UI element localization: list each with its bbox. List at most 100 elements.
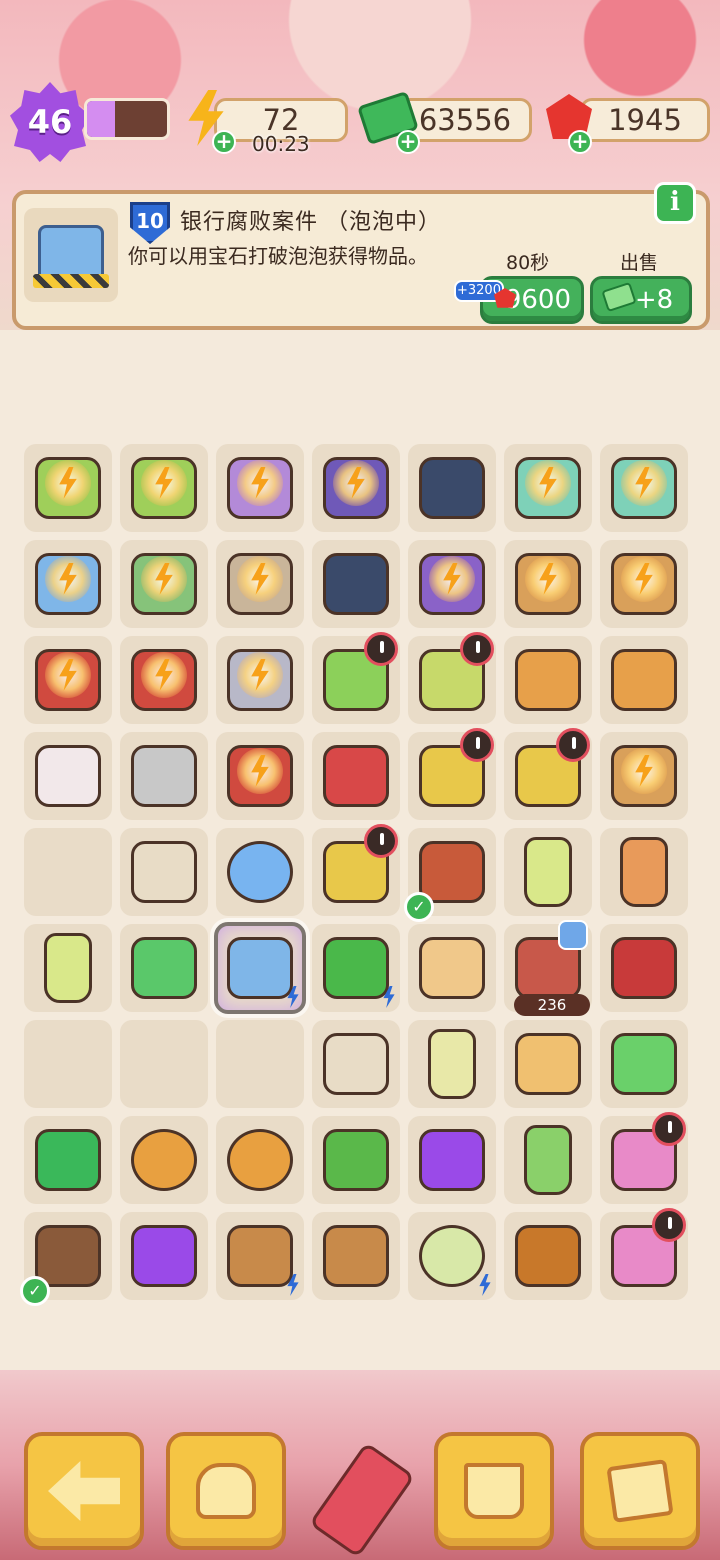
spyglass-item[interactable]: [323, 1225, 389, 1287]
jeep-item[interactable]: [419, 457, 485, 519]
cash-item[interactable]: [35, 1129, 101, 1191]
notebook-button[interactable]: [580, 1432, 700, 1550]
red-toolbox-item[interactable]: [323, 745, 389, 807]
sugar-cubes-item[interactable]: [419, 937, 485, 999]
board-cell[interactable]: ✓: [404, 828, 496, 922]
magnifier-item[interactable]: [227, 1129, 293, 1191]
hand-soap-item[interactable]: [428, 1029, 476, 1099]
melon-item[interactable]: [419, 1225, 485, 1287]
board-cell[interactable]: [600, 924, 688, 1012]
gem-counter[interactable]: 1945: [580, 98, 710, 142]
board-cell[interactable]: [600, 1020, 688, 1108]
board-cell[interactable]: [24, 1020, 112, 1108]
board-cell[interactable]: [216, 828, 304, 916]
board-cell[interactable]: [214, 922, 306, 1014]
board-cell[interactable]: [600, 444, 688, 532]
add-energy-button[interactable]: +: [212, 130, 236, 154]
evidence-bag-item[interactable]: [131, 841, 197, 903]
board-cell[interactable]: [600, 732, 688, 820]
sponge-item[interactable]: [323, 1129, 389, 1191]
dragon-vase-item[interactable]: [611, 649, 677, 711]
board-cell[interactable]: [504, 636, 592, 724]
axe-item[interactable]: [131, 745, 197, 807]
camera-item[interactable]: [419, 841, 485, 903]
board-cell[interactable]: [216, 444, 304, 532]
soap-bottle-item[interactable]: [524, 837, 572, 907]
add-cash-button[interactable]: +: [396, 130, 420, 154]
board-cell[interactable]: [24, 444, 112, 532]
board-cell[interactable]: [24, 732, 112, 820]
board-cell[interactable]: [24, 1116, 112, 1204]
board-cell[interactable]: [408, 1212, 496, 1300]
board-cell[interactable]: [600, 540, 688, 628]
purple-gear-item[interactable]: [419, 1129, 485, 1191]
evidence-bag-item[interactable]: [323, 1033, 389, 1095]
board-cell[interactable]: 236: [504, 920, 592, 1016]
board-cell[interactable]: [600, 1208, 688, 1300]
glove-item[interactable]: [35, 745, 101, 807]
board-cell[interactable]: [408, 1020, 496, 1108]
back-button[interactable]: [24, 1432, 144, 1550]
backpack-button[interactable]: [166, 1432, 286, 1550]
board-cell[interactable]: [504, 540, 592, 628]
board-cell[interactable]: [216, 540, 304, 628]
board-cell[interactable]: [408, 728, 496, 820]
green-cloth-item[interactable]: [323, 937, 389, 999]
shop-basket-button[interactable]: [434, 1432, 554, 1550]
board-cell[interactable]: [120, 444, 208, 532]
brush-item[interactable]: [611, 1033, 677, 1095]
board-cell[interactable]: [504, 1020, 592, 1108]
board-cell[interactable]: [120, 828, 208, 916]
blue-button-item[interactable]: [227, 841, 293, 903]
board-cell[interactable]: [312, 1116, 400, 1204]
broom-item[interactable]: [524, 1125, 572, 1195]
board-cell[interactable]: [312, 732, 400, 820]
board-cell[interactable]: [24, 540, 112, 628]
board-cell[interactable]: [408, 632, 496, 724]
board-cell[interactable]: [120, 540, 208, 628]
envelope-item[interactable]: [35, 1225, 101, 1287]
board-cell[interactable]: [120, 1116, 208, 1204]
board-cell[interactable]: [120, 1212, 208, 1300]
board-cell[interactable]: ✓: [20, 1212, 112, 1306]
board-cell[interactable]: [312, 924, 400, 1012]
board-cell[interactable]: [120, 924, 208, 1012]
dragon-vase-item[interactable]: [515, 649, 581, 711]
jeep-item[interactable]: [323, 553, 389, 615]
board-cell[interactable]: [504, 1212, 592, 1300]
board-cell[interactable]: [120, 1020, 208, 1108]
magnifier-item[interactable]: [131, 1129, 197, 1191]
board-cell[interactable]: [312, 444, 400, 532]
board-cell[interactable]: [408, 924, 496, 1012]
board-cell[interactable]: [312, 824, 400, 916]
red-gloves-item[interactable]: [611, 937, 677, 999]
board-cell[interactable]: [24, 828, 112, 916]
cash-item[interactable]: [131, 937, 197, 999]
add-gems-button[interactable]: +: [568, 130, 592, 154]
board-cell[interactable]: [408, 444, 496, 532]
honey-dipper-item[interactable]: [515, 1225, 581, 1287]
board-cell[interactable]: [312, 1212, 400, 1300]
info-button[interactable]: i: [654, 182, 696, 224]
board-cell[interactable]: [24, 636, 112, 724]
board-cell[interactable]: [216, 1116, 304, 1204]
board-cell[interactable]: [120, 732, 208, 820]
board-cell[interactable]: [600, 1112, 688, 1204]
board-cell[interactable]: [504, 828, 592, 916]
board-cell[interactable]: [600, 828, 688, 916]
hourglass-item[interactable]: [620, 837, 668, 907]
board-cell[interactable]: [504, 1116, 592, 1204]
board-cell[interactable]: [312, 632, 400, 724]
spyglass-item[interactable]: [227, 1225, 293, 1287]
board-cell[interactable]: [216, 636, 304, 724]
board-cell[interactable]: [600, 636, 688, 724]
board-cell[interactable]: [216, 1212, 304, 1300]
board-cell[interactable]: [408, 540, 496, 628]
bubbled-bank-item[interactable]: [227, 937, 293, 999]
board-cell[interactable]: [24, 924, 112, 1012]
board-cell[interactable]: [216, 1020, 304, 1108]
purple-star-item[interactable]: [131, 1225, 197, 1287]
hourglass-card-item[interactable]: [515, 1033, 581, 1095]
board-cell[interactable]: [216, 732, 304, 820]
board-cell[interactable]: [120, 636, 208, 724]
